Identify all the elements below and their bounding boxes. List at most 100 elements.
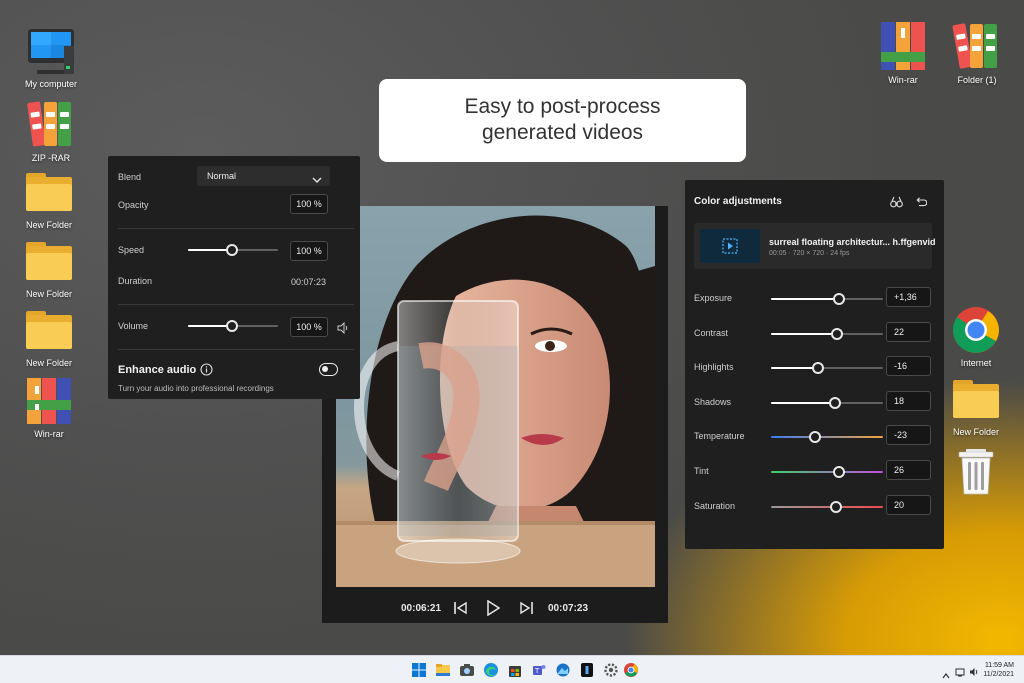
taskbar-clock[interactable]: 11:59 AM 11/2/2021: [983, 661, 1014, 679]
adjustment-row-shadows: Shadows 18: [685, 390, 944, 413]
clip-name: surreal floating architectur... h.ffgenv…: [769, 237, 936, 247]
svg-text:T: T: [534, 667, 540, 675]
adjustment-value-field[interactable]: -16: [886, 356, 931, 377]
adjustment-slider[interactable]: [771, 500, 883, 514]
desktop-icon-recycle-bin[interactable]: [941, 446, 1011, 499]
opacity-label: Opacity: [118, 200, 149, 210]
clip-meta: 00:05 · 720 × 720 · 24 fps: [769, 250, 850, 257]
desktop-icon-label: ZIP -RAR: [31, 153, 71, 163]
adjustment-row-exposure: Exposure +1,36: [685, 287, 944, 309]
desktop-icon-new-folder-right[interactable]: New Folder: [941, 374, 1011, 437]
total-time: 00:07:23: [548, 603, 589, 614]
chrome-taskbar-icon[interactable]: [623, 662, 639, 678]
color-adjustments-panel: Color adjustments surreal floating archi…: [685, 180, 944, 549]
volume-slider-thumb[interactable]: [226, 320, 239, 332]
file-explorer-icon[interactable]: [435, 662, 451, 678]
adjustment-value-field[interactable]: +1,36: [886, 287, 931, 307]
desktop-icon-label: Folder (1): [957, 75, 997, 85]
desktop-icon-label: Win-rar: [34, 429, 64, 439]
adjustment-slider-thumb[interactable]: [833, 466, 846, 478]
desktop-icon-zip-rar[interactable]: ZIP -RAR: [16, 100, 86, 163]
enhance-audio-toggle[interactable]: [319, 363, 338, 376]
adjustment-label: Saturation: [694, 500, 736, 511]
headline-line-1: Easy to post-process: [464, 95, 661, 118]
compare-icon[interactable]: [890, 195, 903, 213]
desktop-icon-label: Internet: [960, 358, 992, 368]
desktop-icon-new-folder-3[interactable]: New Folder: [14, 305, 84, 368]
toggle-knob: [322, 366, 328, 372]
adjustment-value-field[interactable]: 22: [886, 321, 931, 342]
edge-icon[interactable]: [483, 662, 499, 678]
chrome-icon: [951, 305, 1001, 355]
adjustment-slider[interactable]: [771, 292, 883, 306]
clip-card[interactable]: surreal floating architectur... h.ffgenv…: [694, 223, 936, 269]
desktop-icon-my-computer[interactable]: My computer: [16, 26, 86, 89]
adjustment-slider-thumb[interactable]: [829, 500, 842, 513]
chevron-down-icon: [312, 171, 322, 189]
adjustment-slider[interactable]: [771, 327, 883, 341]
desktop-icon-new-folder-1[interactable]: New Folder: [14, 167, 84, 230]
opacity-field[interactable]: 100 %: [290, 194, 328, 214]
divider: [118, 304, 354, 305]
info-icon[interactable]: [200, 363, 213, 381]
desktop-icon-label: New Folder: [25, 289, 72, 299]
adjustment-slider-thumb[interactable]: [833, 293, 846, 305]
desktop-icon-internet[interactable]: Internet: [941, 305, 1011, 368]
desktop-icon-folder-1[interactable]: Folder (1): [942, 22, 1012, 85]
adjustment-slider[interactable]: [771, 465, 883, 479]
adjustment-value-field[interactable]: 26: [886, 460, 931, 480]
adjustment-slider[interactable]: [771, 430, 883, 444]
adjustment-row-tint: Tint 26: [685, 460, 944, 482]
adjustment-slider[interactable]: [771, 396, 883, 410]
volume-icon[interactable]: [969, 664, 979, 682]
speaker-icon[interactable]: [337, 321, 349, 339]
desktop-icon-winrar-left[interactable]: Win-rar: [14, 376, 84, 439]
network-icon[interactable]: [955, 664, 965, 682]
adjustment-slider-fill: [771, 367, 819, 370]
video-frame[interactable]: [336, 206, 655, 587]
speed-slider[interactable]: [188, 243, 278, 257]
speed-slider-thumb[interactable]: [226, 244, 239, 256]
volume-slider[interactable]: [188, 319, 278, 333]
speed-field[interactable]: 100 %: [290, 241, 328, 261]
blend-select[interactable]: Normal: [197, 166, 330, 186]
rewind-icon[interactable]: [453, 601, 469, 618]
desktop-icon-new-folder-2[interactable]: New Folder: [14, 236, 84, 299]
store-icon[interactable]: [507, 662, 523, 678]
settings-gear-icon[interactable]: [603, 662, 619, 678]
adjustment-row-saturation: Saturation 20: [685, 494, 944, 517]
headline-line-2: generated videos: [481, 121, 644, 144]
app-icon-active[interactable]: [579, 662, 595, 678]
chevron-up-icon[interactable]: [942, 666, 950, 683]
camera-icon[interactable]: [459, 662, 475, 678]
adjustment-label: Exposure: [694, 293, 733, 303]
folder-icon: [951, 374, 1001, 424]
adjustment-slider-fill: [771, 401, 835, 404]
photos-icon[interactable]: [555, 662, 571, 678]
current-time: 00:06:21: [401, 603, 442, 614]
reset-icon[interactable]: [915, 195, 928, 213]
folder-icon: [24, 305, 74, 355]
adjustment-value-field[interactable]: 20: [886, 494, 931, 515]
desktop-icon-label: New Folder: [25, 358, 72, 368]
adjustment-slider-thumb[interactable]: [812, 362, 825, 375]
adjustment-value-field[interactable]: -23: [886, 425, 931, 446]
desktop-icon-winrar-right[interactable]: Win-rar: [868, 22, 938, 85]
speed-label: Speed: [118, 245, 145, 255]
windows-start-icon[interactable]: [411, 662, 427, 678]
desktop-icon-label: New Folder: [952, 427, 999, 437]
adjustment-slider-thumb[interactable]: [828, 396, 841, 409]
adjustment-slider-fill: [771, 332, 838, 335]
adjustment-slider[interactable]: [771, 361, 883, 375]
adjustment-slider-thumb[interactable]: [808, 431, 821, 444]
taskbar-time: 11:59 AM: [984, 662, 1014, 669]
volume-field[interactable]: 100 %: [290, 317, 328, 337]
folder-icon: [24, 236, 74, 286]
taskbar-date: 11/2/2021: [983, 671, 1014, 678]
teams-icon[interactable]: T: [531, 662, 547, 678]
forward-icon[interactable]: [518, 601, 534, 618]
play-icon[interactable]: [486, 599, 501, 619]
rar-archive-icon: [952, 22, 1002, 72]
adjustment-value-field[interactable]: 18: [886, 390, 931, 411]
adjustment-slider-thumb[interactable]: [831, 327, 844, 340]
